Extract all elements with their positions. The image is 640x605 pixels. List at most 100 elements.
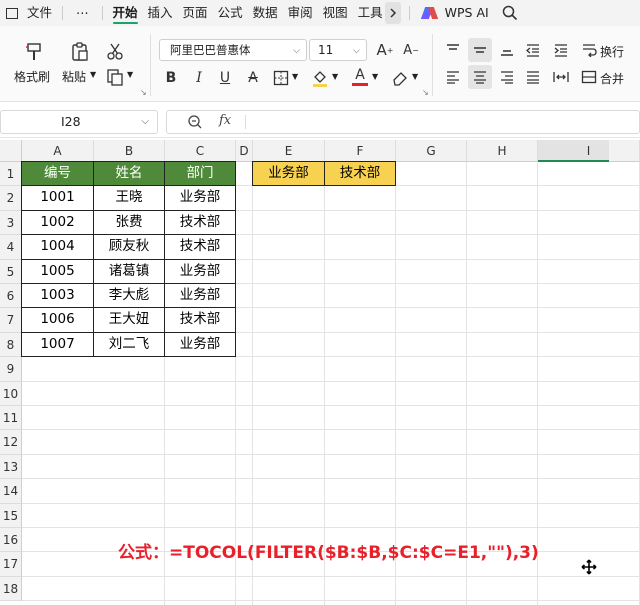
column-header-b[interactable]: B — [94, 140, 165, 162]
tab-formula[interactable]: 公式 — [213, 0, 248, 26]
fx-icon[interactable]: fx — [219, 113, 231, 128]
align-group-expand-icon[interactable]: ↘ — [422, 88, 429, 97]
paste-icon[interactable] — [68, 40, 92, 64]
table-cell[interactable]: 刘二飞 — [93, 331, 165, 358]
tab-home[interactable]: 开始 — [108, 0, 143, 26]
row-header-15[interactable]: 15 — [0, 503, 22, 528]
formula-input[interactable]: fx — [166, 110, 640, 134]
distribute-icon[interactable] — [550, 66, 572, 88]
align-left-icon[interactable] — [442, 66, 464, 88]
row-header-13[interactable]: 13 — [0, 454, 22, 480]
column-header-e[interactable]: E — [253, 140, 325, 162]
table-cell[interactable]: 王晓 — [93, 185, 165, 211]
table-cell[interactable]: 业务部 — [164, 258, 236, 284]
column-header-a[interactable]: A — [22, 140, 94, 162]
align-bottom-icon[interactable] — [496, 39, 518, 61]
font-name-select[interactable]: 阿里巴巴普惠体 ⌵ — [159, 39, 307, 61]
bold-icon[interactable]: B — [162, 68, 180, 88]
table-cell[interactable]: 技术部 — [164, 209, 236, 236]
decrease-font-icon[interactable]: A − — [400, 39, 422, 61]
underline-icon[interactable]: U — [216, 68, 234, 88]
row-header-4[interactable]: 4 — [0, 235, 22, 260]
row-header-6[interactable]: 6 — [0, 284, 22, 309]
column-header-h[interactable]: H — [467, 140, 538, 162]
strikethrough-icon[interactable]: A — [244, 68, 262, 88]
table-cell[interactable]: 1002 — [21, 209, 94, 236]
fill-dropdown-icon[interactable]: ▼ — [332, 72, 338, 81]
menu-file[interactable]: 文件 — [22, 0, 57, 26]
table-cell[interactable]: 1006 — [21, 307, 94, 333]
font-color-icon[interactable]: A — [350, 66, 370, 88]
table-cell[interactable]: 业务部 — [164, 283, 236, 309]
column-header-f[interactable]: F — [325, 140, 396, 162]
align-center-icon[interactable] — [468, 65, 492, 89]
increase-font-icon[interactable]: A + — [374, 39, 396, 61]
copy-dropdown-icon[interactable]: ▼ — [127, 70, 133, 79]
table-header-cell[interactable]: 姓名 — [93, 161, 165, 187]
align-right-icon[interactable] — [496, 66, 518, 88]
row-header-1[interactable]: 1 — [0, 162, 22, 187]
column-header-d[interactable]: D — [236, 140, 253, 162]
justify-icon[interactable] — [522, 66, 544, 88]
font-group-expand-icon[interactable]: ↘ — [140, 88, 147, 97]
file-menu-icon[interactable] — [6, 7, 18, 19]
format-painter-label[interactable]: 格式刷 — [14, 68, 50, 85]
row-header-10[interactable]: 10 — [0, 381, 22, 406]
increase-indent-icon[interactable] — [550, 39, 572, 61]
row-header-9[interactable]: 9 — [0, 357, 22, 382]
table-cell[interactable]: 1007 — [21, 331, 94, 358]
tab-view[interactable]: 视图 — [318, 0, 353, 26]
row-header-14[interactable]: 14 — [0, 479, 22, 504]
table-cell[interactable]: 王大妞 — [93, 307, 165, 333]
tab-page[interactable]: 页面 — [178, 0, 213, 26]
row-header-11[interactable]: 11 — [0, 406, 22, 431]
font-size-select[interactable]: 11 ⌵ — [309, 39, 367, 61]
criteria-cell[interactable]: 业务部 — [252, 161, 325, 187]
clear-dropdown-icon[interactable]: ▼ — [412, 72, 418, 81]
italic-icon[interactable]: I — [190, 68, 208, 88]
table-cell[interactable]: 业务部 — [164, 185, 236, 211]
row-header-3[interactable]: 3 — [0, 210, 22, 236]
column-header-g[interactable]: G — [396, 140, 467, 162]
table-cell[interactable]: 1004 — [21, 234, 94, 260]
table-header-cell[interactable]: 部门 — [164, 161, 236, 187]
select-all-corner[interactable] — [0, 140, 22, 162]
tab-data[interactable]: 数据 — [248, 0, 283, 26]
table-cell[interactable]: 业务部 — [164, 331, 236, 358]
merge-label[interactable]: 合并 — [600, 70, 624, 87]
more-menu-icon[interactable]: ⋯ — [68, 0, 97, 26]
tab-tools[interactable]: 工具 — [353, 0, 383, 26]
spreadsheet-grid[interactable]: A B C D E F G H I 1 2 3 4 5 6 7 8 9 10 11 12 13 14 15 16 17 18 编号 姓名… — [0, 140, 640, 605]
align-top-icon[interactable] — [442, 39, 464, 61]
table-cell[interactable]: 李大彪 — [93, 283, 165, 309]
table-cell[interactable]: 1005 — [21, 258, 94, 284]
name-box[interactable]: I28 ⌵ — [0, 110, 158, 134]
decrease-indent-icon[interactable] — [522, 39, 544, 61]
table-cell[interactable]: 诸葛镇 — [93, 258, 165, 284]
merge-icon[interactable] — [580, 66, 598, 88]
format-painter-icon[interactable] — [22, 40, 46, 64]
paste-label[interactable]: 粘贴 — [62, 68, 86, 85]
copy-icon[interactable] — [104, 66, 126, 88]
row-header-16[interactable]: 16 — [0, 528, 22, 553]
row-header-5[interactable]: 5 — [0, 259, 22, 284]
table-header-cell[interactable]: 编号 — [21, 161, 94, 187]
tab-insert[interactable]: 插入 — [143, 0, 178, 26]
border-dropdown-icon[interactable]: ▼ — [292, 72, 298, 81]
search-icon[interactable] — [501, 4, 519, 22]
table-cell[interactable]: 技术部 — [164, 234, 236, 260]
wrap-text-icon[interactable] — [580, 39, 598, 61]
paste-dropdown-icon[interactable]: ▼ — [90, 70, 96, 79]
table-cell[interactable]: 张费 — [93, 209, 165, 236]
zoom-search-icon[interactable] — [187, 114, 203, 133]
column-header-c[interactable]: C — [165, 140, 236, 162]
table-cell[interactable]: 1001 — [21, 185, 94, 211]
row-header-2[interactable]: 2 — [0, 186, 22, 211]
clear-format-icon[interactable] — [390, 68, 410, 88]
cut-icon[interactable] — [104, 40, 126, 62]
border-icon[interactable] — [272, 68, 290, 88]
wps-ai-button[interactable]: WPS AI — [415, 0, 493, 26]
row-header-8[interactable]: 8 — [0, 332, 22, 358]
wrap-text-label[interactable]: 换行 — [600, 43, 624, 60]
row-header-17[interactable]: 17 — [0, 552, 22, 577]
